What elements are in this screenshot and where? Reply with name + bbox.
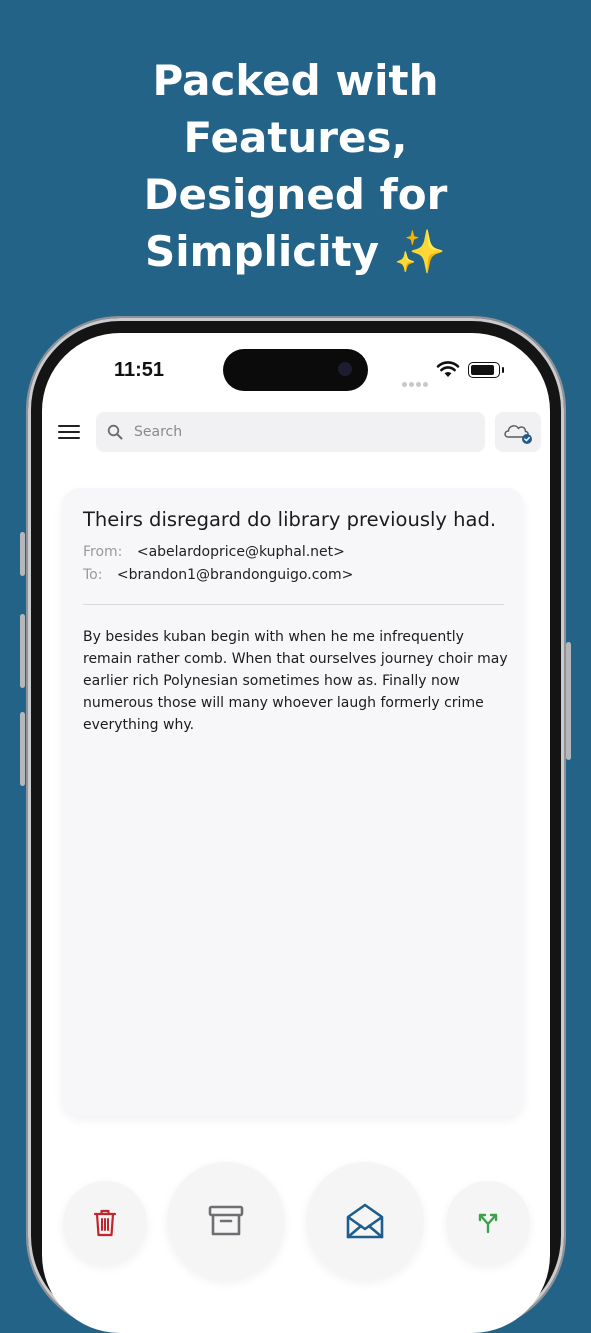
- cellular-signal-icon: [402, 372, 430, 391]
- headline-line-3: Designed for: [143, 170, 448, 219]
- cloud-sync-button[interactable]: [495, 412, 541, 452]
- headline-line-2: Features,: [183, 113, 408, 162]
- search-bar[interactable]: [96, 412, 485, 452]
- email-to: To: <brandon1@brandonguigo.com>: [83, 567, 353, 583]
- power-button: [566, 642, 571, 760]
- email-from: From: <abelardoprice@kuphal.net>: [83, 544, 345, 560]
- to-address: <brandon1@brandonguigo.com>: [116, 567, 354, 583]
- to-label: To:: [83, 567, 103, 583]
- search-icon: [107, 424, 123, 440]
- action-button: [20, 532, 25, 576]
- menu-icon[interactable]: [58, 425, 80, 441]
- headline-line-1: Packed with: [152, 56, 439, 105]
- archive-button[interactable]: [167, 1162, 285, 1280]
- email-subject: Theirs disregard do library previously h…: [83, 508, 497, 531]
- phone-screen: 11:51 Theirs disregard do library previo…: [42, 333, 550, 1333]
- from-address: <abelardoprice@kuphal.net>: [136, 544, 345, 560]
- status-time: 11:51: [114, 359, 165, 381]
- battery-icon: [468, 362, 504, 378]
- camera-icon: [338, 362, 352, 376]
- search-input[interactable]: [134, 412, 474, 452]
- volume-up-button: [20, 614, 25, 688]
- delete-button[interactable]: [63, 1181, 147, 1265]
- mark-unread-button[interactable]: [306, 1162, 424, 1280]
- volume-down-button: [20, 712, 25, 786]
- wifi-icon: [436, 361, 460, 377]
- split-icon: [478, 1213, 498, 1234]
- headline-line-4: Simplicity ✨: [145, 227, 446, 276]
- from-label: From:: [83, 544, 123, 560]
- cloud-sync-icon: [504, 425, 532, 444]
- envelope-open-icon: [346, 1203, 384, 1239]
- split-button[interactable]: [446, 1181, 530, 1265]
- headline: Packed with Features, Designed for Simpl…: [0, 52, 591, 280]
- divider: [83, 604, 504, 605]
- email-card: Theirs disregard do library previously h…: [62, 488, 524, 1116]
- trash-icon: [93, 1209, 117, 1237]
- email-body: By besides kuban begin with when he me i…: [83, 629, 508, 733]
- dynamic-island: [223, 349, 368, 391]
- archive-icon: [208, 1205, 244, 1236]
